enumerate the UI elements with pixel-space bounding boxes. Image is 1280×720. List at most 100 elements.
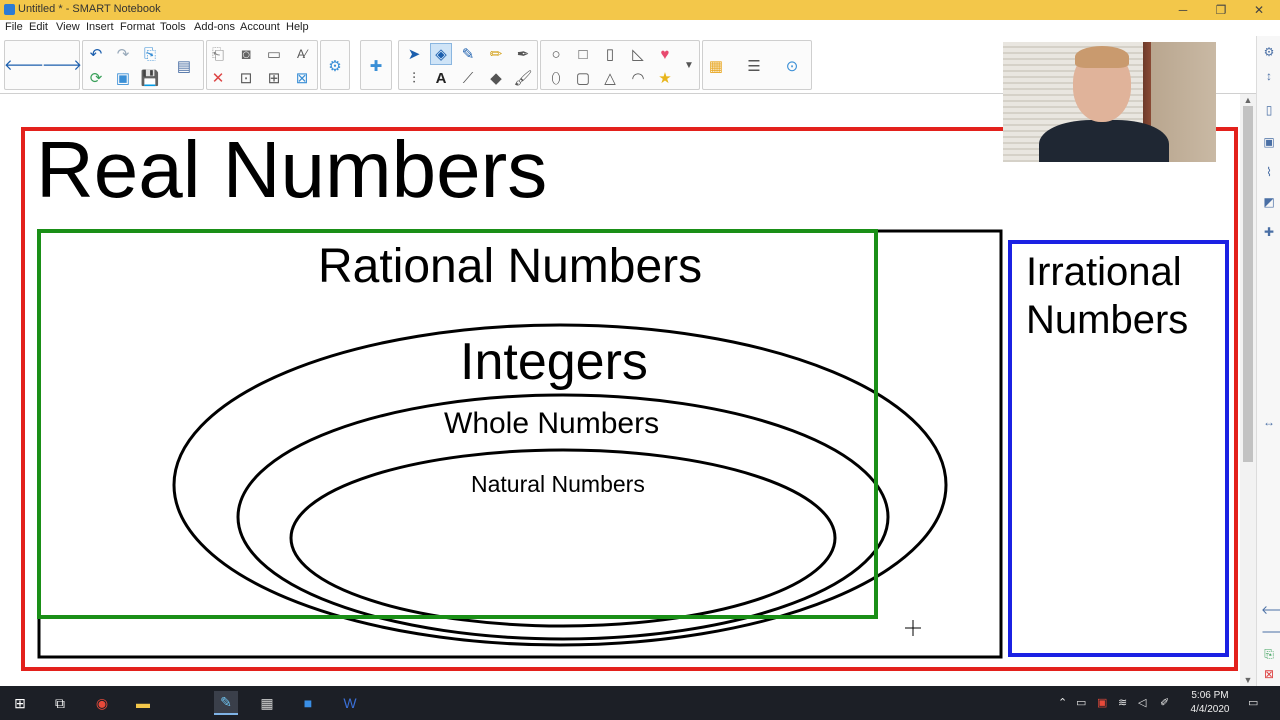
calculator-icon[interactable]: ▦: [255, 691, 279, 715]
shape-pen-icon[interactable]: ◈: [430, 43, 452, 65]
save-icon[interactable]: 💾: [139, 67, 161, 89]
menu-format[interactable]: Format: [120, 21, 155, 33]
properties-tab-icon[interactable]: ◩: [1261, 194, 1277, 210]
link-icon[interactable]: ⊙: [781, 55, 803, 77]
text-icon[interactable]: A: [430, 67, 452, 89]
settings-gear-icon[interactable]: ⚙: [1261, 44, 1277, 60]
undo-icon[interactable]: ↶: [85, 43, 107, 65]
ellipse-shape-icon[interactable]: ⬯: [545, 67, 567, 89]
add-ons-tab-icon[interactable]: ✚: [1261, 224, 1277, 240]
smart-notebook-taskbar-icon[interactable]: ✎: [214, 691, 238, 715]
rectangle-shape-icon[interactable]: ▯: [599, 43, 621, 65]
resize-horizontal-icon[interactable]: ↔: [1261, 414, 1277, 430]
close-button[interactable]: ✕: [1240, 0, 1278, 20]
screen-shade-icon[interactable]: ▭: [263, 43, 285, 65]
tray-chevron-icon[interactable]: ⌃: [1058, 696, 1067, 709]
task-view-icon[interactable]: ⧉: [48, 691, 72, 715]
navigation-group: 🡐 🡒: [4, 40, 82, 90]
eraser-icon[interactable]: ◆: [485, 67, 507, 89]
menu-insert[interactable]: Insert: [86, 21, 114, 33]
whole-numbers-label[interactable]: Whole Numbers: [444, 407, 659, 441]
wifi-icon[interactable]: ≋: [1118, 696, 1127, 709]
heart-shape-icon[interactable]: ♥: [654, 43, 676, 65]
irrational-label-line2[interactable]: Numbers: [1026, 298, 1188, 343]
menu-help[interactable]: Help: [286, 21, 309, 33]
tray-display-icon[interactable]: ▭: [1076, 696, 1086, 709]
text-format-icon[interactable]: A⁄: [291, 43, 313, 65]
title-bar: Untitled * - SMART Notebook ─ ❐ ✕: [0, 0, 1280, 20]
menu-tools[interactable]: Tools: [160, 21, 186, 33]
highlighter-icon[interactable]: ✏: [485, 43, 507, 65]
system-clock[interactable]: 5:06 PM 4/4/2020: [1180, 689, 1240, 717]
word-icon[interactable]: W: [338, 691, 362, 715]
next-page-side-icon[interactable]: 🡒: [1261, 624, 1280, 640]
full-screen-icon[interactable]: ⊡: [235, 67, 257, 89]
pen-icon[interactable]: ✎: [457, 43, 479, 65]
camera-icon[interactable]: ◙: [235, 43, 257, 65]
video-camera-icon[interactable]: ■: [296, 691, 320, 715]
circle-shape-icon[interactable]: ○: [545, 43, 567, 65]
notebook-page[interactable]: Real Numbers Rational Numbers Integers W…: [0, 94, 1240, 686]
natural-numbers-label[interactable]: Natural Numbers: [471, 471, 645, 498]
semicircle-shape-icon[interactable]: ◠: [627, 67, 649, 89]
scrollbar-thumb[interactable]: [1243, 106, 1253, 462]
line-icon[interactable]: ⟋: [457, 67, 479, 89]
open-file-icon[interactable]: ⟳: [85, 67, 107, 89]
grid-icon[interactable]: ▦: [705, 55, 727, 77]
table-icon[interactable]: ⊞: [263, 67, 285, 89]
measurement-icon[interactable]: ☰: [743, 55, 765, 77]
star-shape-icon[interactable]: ★: [654, 67, 676, 89]
scroll-up-arrow-icon[interactable]: ▲: [1242, 94, 1254, 106]
add-page-icon[interactable]: ⎘: [139, 43, 161, 65]
menu-view[interactable]: View: [56, 21, 80, 33]
creative-pen-icon[interactable]: ✒: [512, 43, 534, 65]
menu-account[interactable]: Account: [240, 21, 280, 33]
open-icon[interactable]: ▣: [112, 67, 134, 89]
menu-bar: File Edit View Insert Format Tools Add-o…: [0, 20, 1280, 36]
screen-capture-icon[interactable]: ▤: [173, 55, 195, 77]
next-page-icon[interactable]: 🡒: [42, 54, 82, 76]
pen-tray-icon[interactable]: ✐: [1160, 696, 1169, 709]
previous-page-icon[interactable]: 🡐: [4, 54, 44, 76]
delete-icon[interactable]: ✕: [207, 67, 229, 89]
window-title: Untitled * - SMART Notebook: [18, 3, 161, 15]
menu-file[interactable]: File: [5, 21, 23, 33]
windows-start-icon[interactable]: ⊞: [8, 691, 32, 715]
box-shape-icon[interactable]: ▢: [572, 67, 594, 89]
tray-app-icon[interactable]: ▣: [1097, 696, 1107, 709]
chrome-icon[interactable]: ◉: [90, 691, 114, 715]
minimize-button[interactable]: ─: [1164, 0, 1202, 20]
move-toolbar-icon[interactable]: ↕: [1261, 68, 1277, 84]
notifications-icon[interactable]: ▭: [1248, 696, 1258, 709]
add-page-side-icon[interactable]: ⎘: [1261, 646, 1277, 662]
maximize-button[interactable]: ❐: [1202, 0, 1240, 20]
triangle-shape-icon[interactable]: △: [599, 67, 621, 89]
irrational-label-line1[interactable]: Irrational: [1026, 250, 1182, 295]
page-sorter-icon[interactable]: ▯: [1261, 102, 1277, 118]
select-icon[interactable]: ➤: [403, 43, 425, 65]
attachments-icon[interactable]: ⌇: [1261, 164, 1277, 180]
smart-notebook-app-icon: [4, 4, 15, 15]
redo-icon[interactable]: ↷: [112, 43, 134, 65]
volume-icon[interactable]: ◁: [1138, 696, 1146, 709]
file-explorer-icon[interactable]: ▬: [131, 691, 155, 715]
delete-page-side-icon[interactable]: ⊠: [1261, 666, 1277, 682]
triangle-right-shape-icon[interactable]: ◺: [627, 43, 649, 65]
shapes-dropdown-icon[interactable]: ▼: [678, 55, 700, 77]
magic-pen-icon[interactable]: ⫶: [403, 67, 425, 89]
scroll-down-arrow-icon[interactable]: ▼: [1242, 674, 1254, 686]
integers-label[interactable]: Integers: [460, 332, 648, 392]
properties-icon[interactable]: ⚙: [324, 55, 346, 77]
puzzle-icon[interactable]: ✚: [365, 55, 387, 77]
fill-icon[interactable]: 🖌: [512, 67, 534, 89]
paste-icon[interactable]: ⎗: [207, 43, 229, 65]
real-numbers-label[interactable]: Real Numbers: [36, 124, 547, 216]
rational-numbers-label[interactable]: Rational Numbers: [318, 239, 702, 294]
clear-icon[interactable]: ⊠: [291, 67, 313, 89]
menu-add-ons[interactable]: Add-ons: [194, 21, 235, 33]
vertical-scrollbar[interactable]: ▲ ▼: [1240, 94, 1256, 686]
square-shape-icon[interactable]: □: [572, 43, 594, 65]
previous-page-side-icon[interactable]: 🡐: [1261, 602, 1280, 618]
gallery-icon[interactable]: ▣: [1261, 134, 1277, 150]
menu-edit[interactable]: Edit: [29, 21, 48, 33]
